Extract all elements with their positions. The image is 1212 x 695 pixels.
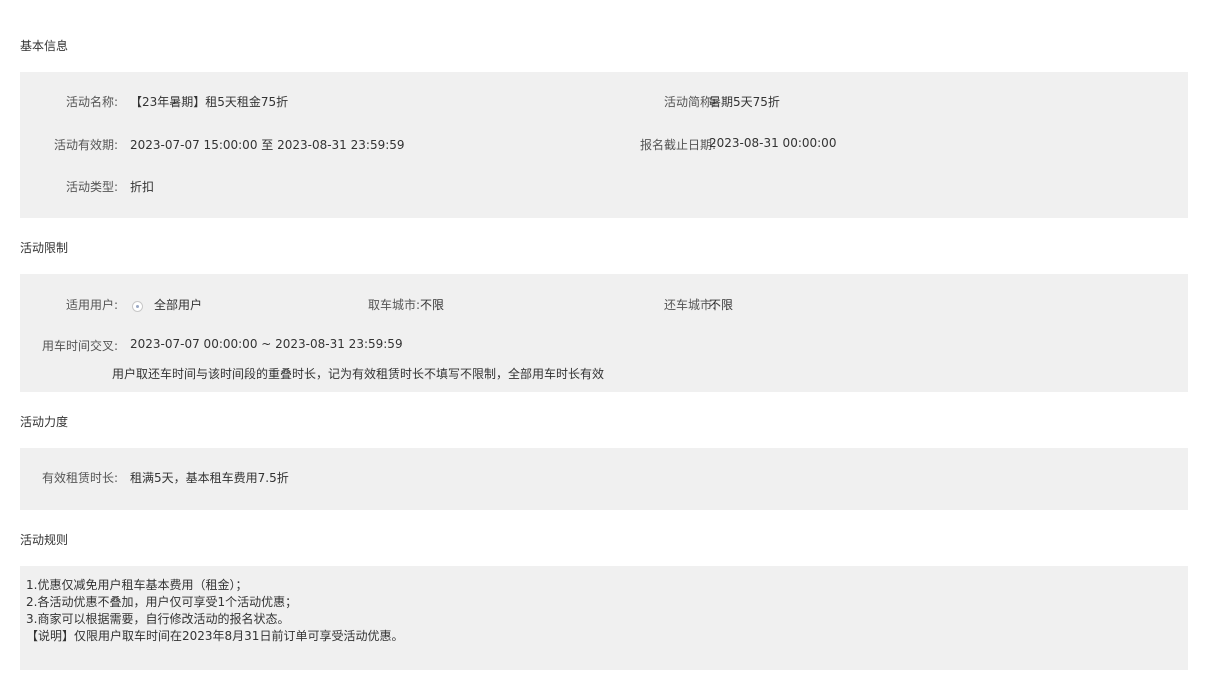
activity-short-name-value: 暑期5天75折 (709, 95, 780, 109)
rule-line-note: 【说明】仅限用户取车时间在2023年8月31日前订单可享受活动优惠。 (26, 629, 404, 643)
signup-deadline-value: 2023-08-31 00:00:00 (709, 136, 837, 150)
return-city-label: 还车城市: (663, 298, 716, 312)
section-title-limits: 活动限制 (20, 241, 69, 255)
section-title-rules: 活动规则 (20, 533, 69, 547)
rule-line-2: 2.各活动优惠不叠加，用户仅可享受1个活动优惠； (26, 595, 298, 609)
all-users-value: 全部用户 (154, 298, 203, 312)
rule-line-3: 3.商家可以根据需要，自行修改活动的报名状态。 (26, 612, 290, 626)
rule-line-1: 1.优惠仅减免用户租车基本费用（租金）； (26, 578, 248, 592)
activity-short-name-label: 活动简称: (663, 95, 716, 109)
effective-duration-value: 租满5天，基本租车费用7.5折 (130, 471, 289, 485)
activity-period-label: 活动有效期: (53, 138, 118, 152)
basic-info-panel: 活动名称: 【23年暑期】租5天租金75折 活动简称: 暑期5天75折 活动有效… (20, 72, 1188, 218)
signup-deadline-label: 报名截止日期: (639, 138, 716, 152)
activity-period-value: 2023-07-07 15:00:00 至 2023-08-31 23:59:5… (130, 138, 405, 152)
rules-panel: 1.优惠仅减免用户租车基本费用（租金）； 2.各活动优惠不叠加，用户仅可享受1个… (20, 566, 1188, 670)
strength-panel: 有效租赁时长: 租满5天，基本租车费用7.5折 (20, 448, 1188, 510)
time-overlap-label: 用车时间交叉: (41, 339, 118, 353)
all-users-radio[interactable] (132, 301, 143, 312)
return-city-value: 不限 (709, 298, 734, 312)
limits-panel: 适用用户: 全部用户 取车城市: 不限 还车城市: 不限 用车时间交叉: 202… (20, 274, 1188, 392)
section-title-basic: 基本信息 (20, 39, 69, 53)
pickup-city-value: 不限 (420, 298, 445, 312)
pickup-city-label: 取车城市: (367, 298, 420, 312)
activity-name-value: 【23年暑期】租5天租金75折 (130, 95, 289, 109)
time-overlap-hint: 用户取还车时间与该时间段的重叠时长，记为有效租赁时长不填写不限制，全部用车时长有… (112, 367, 605, 381)
applicable-users-label: 适用用户: (65, 298, 118, 312)
time-overlap-value: 2023-07-07 00:00:00 ~ 2023-08-31 23:59:5… (130, 337, 403, 351)
activity-type-label: 活动类型: (65, 180, 118, 194)
activity-name-label: 活动名称: (65, 95, 118, 109)
section-title-strength: 活动力度 (20, 415, 69, 429)
effective-duration-label: 有效租赁时长: (41, 471, 118, 485)
activity-type-value: 折扣 (130, 180, 155, 194)
